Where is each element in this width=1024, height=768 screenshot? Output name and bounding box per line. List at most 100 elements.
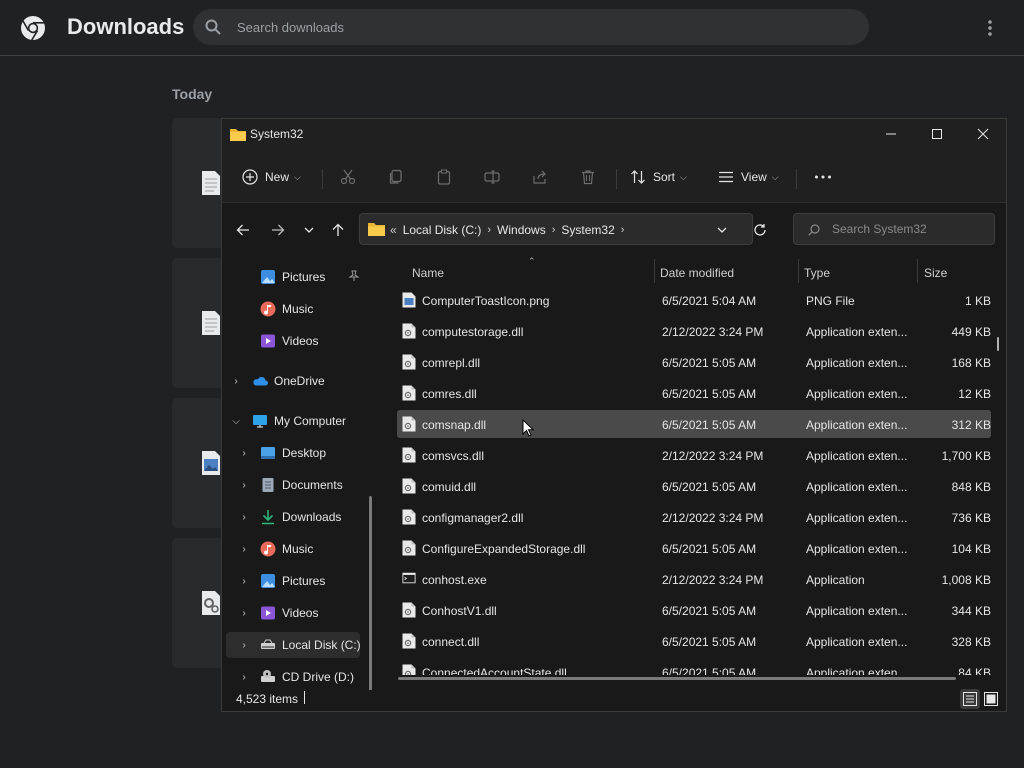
chevron-right-icon[interactable]: › <box>238 576 250 587</box>
more-vert-icon[interactable] <box>980 18 1000 38</box>
music-icon <box>260 301 276 317</box>
large-icons-view-button[interactable] <box>981 689 1001 709</box>
chevron-right-icon[interactable]: › <box>238 480 250 491</box>
close-button[interactable] <box>960 119 1006 149</box>
search-input[interactable] <box>832 214 992 244</box>
file-name: computestorage.dll <box>422 325 524 339</box>
file-row[interactable]: ConhostV1.dll 6/5/2021 5:05 AM Application… <box>397 596 991 624</box>
file-row[interactable]: comres.dll 6/5/2021 5:05 AM Application ex… <box>397 379 991 407</box>
share-button[interactable] <box>532 163 548 191</box>
paste-button[interactable] <box>436 163 452 191</box>
breadcrumb-overflow[interactable]: « <box>390 223 397 237</box>
file-size: 736 KB <box>951 511 991 525</box>
chevron-right-icon[interactable]: › <box>621 224 625 236</box>
nav-item-music[interactable]: Music <box>226 296 360 322</box>
chevron-right-icon[interactable]: › <box>238 640 250 651</box>
pin-icon[interactable] <box>348 270 360 282</box>
file-row[interactable]: connect.dll 6/5/2021 5:05 AM Application e… <box>397 627 991 655</box>
download-card[interactable] <box>172 398 224 528</box>
explorer-search[interactable] <box>793 213 995 245</box>
file-row[interactable]: conhost.exe 2/12/2022 3:24 PM Application 1… <box>397 565 991 593</box>
nav-item-onedrive[interactable]: › OneDrive <box>226 368 360 394</box>
section-heading-today: Today <box>172 86 213 102</box>
chevron-right-icon[interactable]: › <box>487 224 491 236</box>
back-button[interactable] <box>233 220 253 240</box>
download-card[interactable] <box>172 118 224 248</box>
download-card[interactable] <box>172 258 224 388</box>
copy-button[interactable] <box>388 163 404 191</box>
nav-item-my-computer[interactable]: ⌵ My Computer <box>226 408 360 434</box>
nav-item-videos[interactable]: › Videos <box>226 600 360 626</box>
view-button[interactable]: View ⌵ <box>718 163 779 191</box>
chevron-down-icon[interactable] <box>716 224 728 236</box>
nav-item-local-disk[interactable]: › Local Disk (C:) <box>226 632 361 658</box>
nav-label: Documents <box>282 478 343 492</box>
download-card[interactable] <box>172 538 224 668</box>
delete-button[interactable] <box>580 163 596 191</box>
nav-scrollbar[interactable] <box>369 496 372 690</box>
horizontal-scrollbar[interactable] <box>398 677 956 680</box>
column-divider[interactable] <box>917 259 918 283</box>
vertical-scrollbar[interactable] <box>997 337 999 351</box>
breadcrumb-item[interactable]: Windows <box>497 223 546 237</box>
nav-item-downloads[interactable]: › Downloads <box>226 504 360 530</box>
separator <box>616 169 617 189</box>
nav-label: My Computer <box>274 414 347 428</box>
more-options-button[interactable] <box>814 163 832 191</box>
breadcrumb-item[interactable]: System32 <box>561 223 614 237</box>
maximize-button[interactable] <box>914 119 960 149</box>
chevron-right-icon[interactable]: › <box>230 376 242 387</box>
address-bar[interactable]: « Local Disk (C:) › Windows › System32 › <box>359 213 766 245</box>
column-name[interactable]: Name <box>412 266 444 280</box>
chevron-right-icon[interactable]: › <box>552 224 556 236</box>
minimize-button[interactable] <box>868 119 914 149</box>
file-row[interactable]: comrepl.dll 6/5/2021 5:05 AM Application e… <box>397 348 991 376</box>
title-bar[interactable]: System32 <box>222 119 1006 151</box>
nav-item-music[interactable]: › Music <box>226 536 360 562</box>
file-row[interactable]: comsnap.dll 6/5/2021 5:05 AM Application e… <box>397 410 991 438</box>
file-row[interactable]: comsvcs.dll 2/12/2022 3:24 PM Application … <box>397 441 991 469</box>
file-row[interactable]: comuid.dll 6/5/2021 5:05 AM Application ex… <box>397 472 991 500</box>
file-type: Application exten... <box>806 418 908 432</box>
breadcrumb-item[interactable]: Local Disk (C:) <box>403 223 482 237</box>
search-input[interactable] <box>237 9 837 45</box>
sort-button[interactable]: Sort ⌵ <box>630 163 687 191</box>
refresh-icon[interactable] <box>753 223 767 237</box>
nav-item-pictures[interactable]: Pictures <box>226 264 360 290</box>
column-size[interactable]: Size <box>924 266 947 280</box>
up-button[interactable] <box>328 220 348 240</box>
nav-item-documents[interactable]: › Documents <box>226 472 360 498</box>
details-view-button[interactable] <box>960 689 980 709</box>
nav-item-videos[interactable]: Videos <box>226 328 360 354</box>
chevron-right-icon[interactable]: › <box>238 544 250 555</box>
chevron-down-icon[interactable]: ⌵ <box>230 416 242 427</box>
file-row[interactable]: computestorage.dll 2/12/2022 3:24 PM Appli… <box>397 317 991 345</box>
forward-button[interactable] <box>268 220 288 240</box>
downloads-search[interactable] <box>193 9 869 45</box>
file-name: ConnectedAccountState.dll <box>422 666 567 675</box>
nav-item-pictures[interactable]: › Pictures <box>226 568 360 594</box>
file-name: conhost.exe <box>422 573 487 587</box>
chevron-right-icon[interactable]: › <box>238 672 250 683</box>
paste-icon <box>437 169 451 185</box>
column-divider[interactable] <box>798 259 799 283</box>
desktop-icon <box>261 447 275 459</box>
chevron-right-icon[interactable]: › <box>238 512 250 523</box>
column-divider[interactable] <box>654 259 655 283</box>
recent-locations-button[interactable] <box>299 220 319 240</box>
file-row[interactable]: ConfigureExpandedStorage.dll 6/5/2021 5:0… <box>397 534 991 562</box>
chevron-right-icon[interactable]: › <box>238 448 250 459</box>
column-date[interactable]: Date modified <box>660 266 734 280</box>
image-icon <box>202 451 220 475</box>
new-button[interactable]: New ⌵ <box>242 163 301 191</box>
rename-button[interactable] <box>484 163 500 191</box>
file-row[interactable]: configmanager2.dll 2/12/2022 3:24 PM Appli… <box>397 503 991 531</box>
column-type[interactable]: Type <box>804 266 830 280</box>
chevron-down-icon <box>304 227 314 233</box>
chevron-right-icon[interactable]: › <box>238 608 250 619</box>
file-row[interactable]: ComputerToastIcon.png 6/5/2021 5:04 AM PNG… <box>397 286 991 314</box>
cut-button[interactable] <box>340 163 356 191</box>
file-size: 168 KB <box>951 356 991 370</box>
nav-item-desktop[interactable]: › Desktop <box>226 440 360 466</box>
file-row[interactable]: ConnectedAccountState.dll 6/5/2021 5:05 A… <box>397 658 991 675</box>
